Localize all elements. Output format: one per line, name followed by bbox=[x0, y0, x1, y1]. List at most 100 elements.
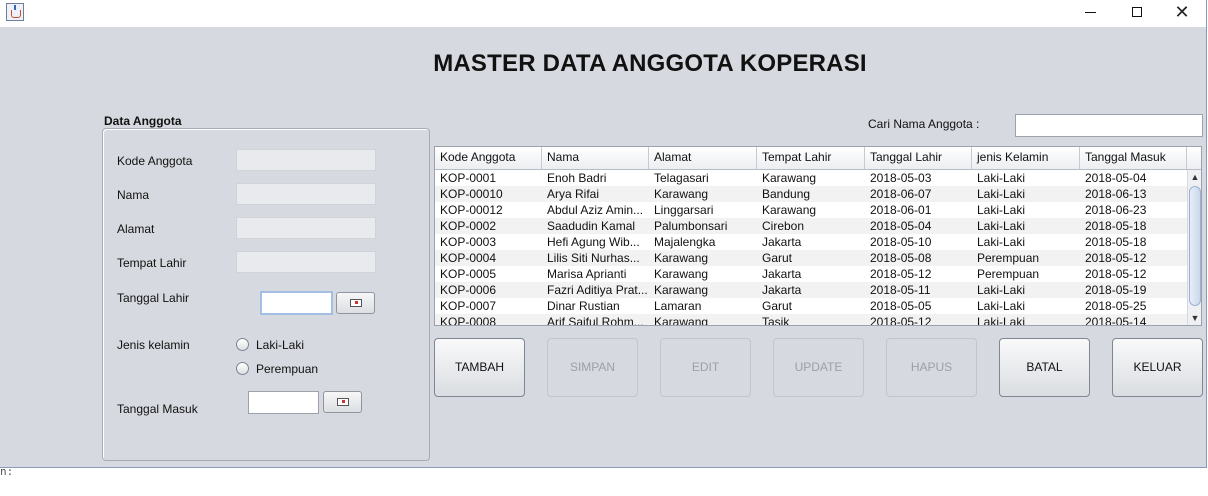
table-cell: KOP-0005 bbox=[440, 267, 497, 281]
table-cell: Karawang bbox=[654, 267, 709, 281]
table-cell: Arya Rifai bbox=[547, 187, 600, 201]
table-cell: Majalengka bbox=[654, 235, 716, 249]
table-cell: 2018-05-04 bbox=[870, 219, 932, 233]
table-cell: Karawang bbox=[654, 283, 709, 297]
table-cell: 2018-05-11 bbox=[870, 283, 931, 297]
update-button[interactable]: UPDATE bbox=[773, 338, 864, 397]
table-cell: Saadudin Kamal bbox=[547, 219, 636, 233]
table-row[interactable]: KOP-0006 Fazri Aditiya Prat... Karawang Jak… bbox=[435, 282, 1187, 298]
table-cell: 2018-05-12 bbox=[1085, 251, 1147, 265]
nama-field[interactable] bbox=[236, 183, 376, 205]
table-cell: Telagasari bbox=[654, 171, 709, 185]
nama-label: Nama bbox=[117, 188, 150, 202]
tanggal-lahir-label: Tanggal Lahir bbox=[117, 291, 190, 305]
alamat-field[interactable] bbox=[236, 217, 376, 239]
kode-anggota-label: Kode Anggota bbox=[117, 154, 193, 168]
tanggal-masuk-date-button[interactable] bbox=[323, 391, 362, 413]
table-cell: Linggarsari bbox=[654, 203, 714, 217]
radio-perempuan[interactable] bbox=[236, 362, 249, 375]
table-cell: 2018-05-12 bbox=[870, 315, 932, 326]
table-row[interactable]: KOP-0004 Lilis Siti Nurhas... Karawang Garu… bbox=[435, 250, 1187, 266]
table-cell: 2018-05-12 bbox=[870, 267, 932, 281]
table-row[interactable]: KOP-0003 Hefi Agung Wib... Majalengka Jakar… bbox=[435, 234, 1187, 250]
minimize-button[interactable] bbox=[1068, 0, 1114, 27]
table-cell: 2018-05-03 bbox=[870, 171, 932, 185]
kode-anggota-field[interactable] bbox=[236, 149, 376, 171]
table-cell: 2018-05-18 bbox=[1085, 219, 1147, 233]
column-header[interactable]: Alamat bbox=[649, 147, 757, 169]
table-cell: 2018-06-13 bbox=[1085, 187, 1147, 201]
simpan-button[interactable]: SIMPAN bbox=[547, 338, 638, 397]
table-cell: 2018-05-08 bbox=[870, 251, 932, 265]
column-header[interactable]: Tempat Lahir bbox=[757, 147, 865, 169]
calendar-icon bbox=[337, 398, 349, 406]
table-row[interactable]: KOP-00010 Arya Rifai Karawang Bandung 2018-0… bbox=[435, 186, 1187, 202]
table-row[interactable]: KOP-0008 Arif Saiful Rohm... Karawang Tasik… bbox=[435, 314, 1187, 326]
table-row[interactable]: KOP-0007 Dinar Rustian Lamaran Garut 2018-05… bbox=[435, 298, 1187, 314]
scroll-thumb[interactable] bbox=[1189, 186, 1201, 306]
table-cell: KOP-00010 bbox=[440, 187, 503, 201]
tanggal-lahir-field[interactable] bbox=[260, 291, 333, 315]
table-cell: KOP-0007 bbox=[440, 299, 497, 313]
table-cell: Laki-Laki bbox=[977, 235, 1026, 249]
table-cell: 2018-05-18 bbox=[1085, 235, 1147, 249]
tambah-button[interactable]: TAMBAH bbox=[434, 338, 525, 397]
column-header[interactable]: jenis Kelamin bbox=[972, 147, 1080, 169]
java-cup-icon[interactable] bbox=[6, 3, 24, 21]
table-cell: Garut bbox=[762, 299, 793, 313]
search-label: Cari Nama Anggota : bbox=[868, 117, 980, 131]
table-cell: Jakarta bbox=[762, 267, 802, 281]
table-cell: 2018-06-23 bbox=[1085, 203, 1147, 217]
tanggal-masuk-label: Tanggal Masuk bbox=[117, 402, 198, 416]
tempat-lahir-field[interactable] bbox=[236, 251, 376, 273]
jenis-kelamin-label: Jenis kelamin bbox=[117, 338, 190, 352]
scroll-up-icon[interactable]: ▲ bbox=[1188, 170, 1201, 184]
table-cell: KOP-0001 bbox=[440, 171, 497, 185]
table-cell: Laki-Laki bbox=[977, 283, 1026, 297]
table-cell: 2018-06-07 bbox=[870, 187, 932, 201]
table-cell: KOP-0002 bbox=[440, 219, 497, 233]
maximize-button[interactable] bbox=[1114, 0, 1160, 27]
table-cell: Laki-Laki bbox=[977, 203, 1026, 217]
table-cell: 2018-05-10 bbox=[870, 235, 932, 249]
page-title: MASTER DATA ANGGOTA KOPERASI bbox=[433, 50, 867, 77]
keluar-button[interactable]: KELUAR bbox=[1112, 338, 1203, 397]
edit-button[interactable]: EDIT bbox=[660, 338, 751, 397]
table-cell: 2018-05-14 bbox=[1085, 315, 1147, 326]
title-bar: ✕ bbox=[0, 0, 1206, 27]
tanggal-lahir-date-button[interactable] bbox=[336, 292, 375, 314]
table-cell: Dinar Rustian bbox=[547, 299, 620, 313]
table-scrollbar[interactable]: ▲ ▼ bbox=[1187, 170, 1201, 325]
tanggal-masuk-field[interactable] bbox=[248, 391, 319, 414]
column-header[interactable]: Kode Anggota bbox=[435, 147, 542, 169]
column-header[interactable]: Tanggal Lahir bbox=[865, 147, 972, 169]
close-button[interactable]: ✕ bbox=[1159, 0, 1205, 27]
form-section-title: Data Anggota bbox=[104, 114, 182, 128]
column-header[interactable]: Nama bbox=[542, 147, 649, 169]
batal-button[interactable]: BATAL bbox=[999, 338, 1090, 397]
table-cell: 2018-05-19 bbox=[1085, 283, 1147, 297]
table-cell: Karawang bbox=[654, 187, 709, 201]
table-cell: Tasik bbox=[762, 315, 790, 326]
hapus-button[interactable]: HAPUS bbox=[886, 338, 977, 397]
app-window: ✕ MASTER DATA ANGGOTA KOPERASI Data Angg… bbox=[0, 0, 1207, 468]
radio-perempuan-label[interactable]: Perempuan bbox=[256, 362, 318, 376]
table-cell: Karawang bbox=[762, 203, 817, 217]
table-cell: Arif Saiful Rohm... bbox=[547, 315, 644, 326]
search-input[interactable] bbox=[1015, 114, 1203, 137]
table-cell: Abdul Aziz Amin... bbox=[547, 203, 644, 217]
table-row[interactable]: KOP-00012 Abdul Aziz Amin... Linggarsari Ka… bbox=[435, 202, 1187, 218]
table-cell: Lilis Siti Nurhas... bbox=[547, 251, 640, 265]
radio-laki-laki-label[interactable]: Laki-Laki bbox=[256, 338, 304, 352]
table-row[interactable]: KOP-0001 Enoh Badri Telagasari Karawang 2018… bbox=[435, 170, 1187, 186]
table-row[interactable]: KOP-0005 Marisa Aprianti Karawang Jakarta 20… bbox=[435, 266, 1187, 282]
alamat-label: Alamat bbox=[117, 222, 155, 236]
radio-laki-laki[interactable] bbox=[236, 338, 249, 351]
console-text: n: bbox=[0, 465, 14, 478]
table-cell: Perempuan bbox=[977, 251, 1040, 265]
scroll-down-icon[interactable]: ▼ bbox=[1188, 311, 1201, 325]
column-header[interactable]: Tanggal Masuk bbox=[1080, 147, 1187, 169]
table-row[interactable]: KOP-0002 Saadudin Kamal Palumbonsari Cirebo… bbox=[435, 218, 1187, 234]
table-cell: Cirebon bbox=[762, 219, 805, 233]
table-cell: KOP-00012 bbox=[440, 203, 503, 217]
